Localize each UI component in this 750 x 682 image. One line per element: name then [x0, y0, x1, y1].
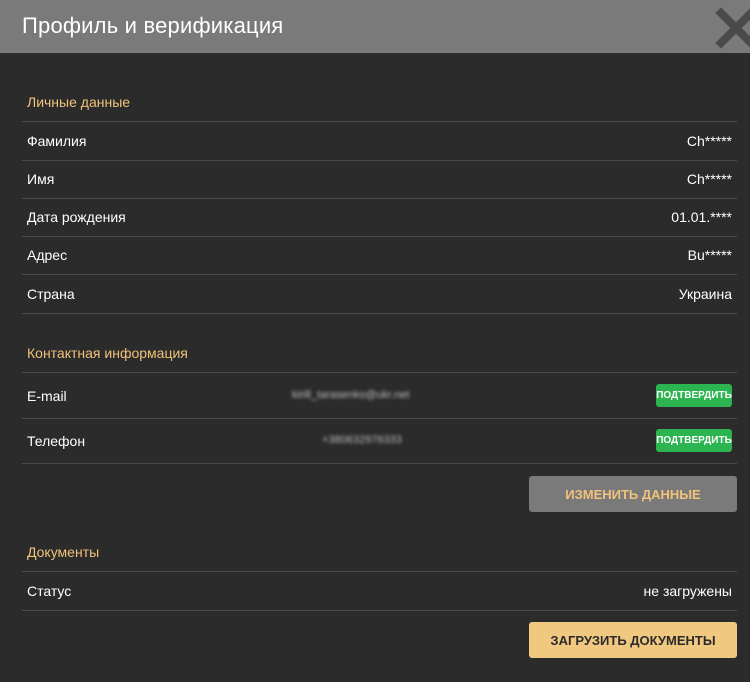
close-button[interactable]	[714, 6, 750, 50]
status-value: не загружены	[643, 583, 732, 599]
row-doc-status: Статус не загружены	[22, 571, 737, 611]
row-address: Адрес Bu*****	[22, 237, 737, 275]
modal-title: Профиль и верификация	[22, 13, 284, 38]
upload-documents-button[interactable]: ЗАГРУЗИТЬ ДОКУМЕНТЫ	[529, 622, 737, 658]
section-title-documents: Документы	[27, 544, 100, 560]
row-country: Страна Украина	[22, 275, 737, 314]
verify-phone-button[interactable]: ПОДТВЕРДИТЬ	[656, 429, 732, 452]
row-label: Страна	[27, 286, 75, 302]
row-value: Ch*****	[686, 133, 732, 149]
section-title-contact: Контактная информация	[27, 345, 188, 361]
close-icon	[715, 7, 750, 49]
row-label: Имя	[27, 171, 55, 187]
row-label: Статус	[27, 583, 72, 599]
row-label: Адрес	[27, 247, 68, 263]
section-title-personal: Личные данные	[27, 94, 131, 110]
phone-value: +380632976333	[322, 434, 402, 446]
row-value: Bu*****	[687, 247, 732, 263]
row-value: 01.01.****	[671, 209, 732, 225]
row-email: E-mail kirill_tarasenko@ukr.net ПОДТВЕРД…	[22, 372, 737, 419]
row-last-name: Фамилия Ch*****	[22, 121, 737, 161]
row-value: Ch*****	[686, 171, 732, 187]
modal-header: Профиль и верификация	[0, 0, 750, 53]
row-label: E-mail	[27, 388, 67, 404]
row-label: Фамилия	[27, 133, 87, 149]
row-value: Украина	[678, 286, 732, 302]
row-label: Дата рождения	[27, 209, 126, 225]
edit-data-button[interactable]: ИЗМЕНИТЬ ДАННЫЕ	[529, 476, 737, 512]
row-phone: Телефон +380632976333 ПОДТВЕРДИТЬ	[22, 418, 737, 464]
row-birth-date: Дата рождения 01.01.****	[22, 199, 737, 237]
email-value: kirill_tarasenko@ukr.net	[292, 389, 410, 401]
row-label: Телефон	[27, 433, 86, 449]
row-first-name: Имя Ch*****	[22, 160, 737, 199]
verify-email-button[interactable]: ПОДТВЕРДИТЬ	[656, 384, 732, 407]
